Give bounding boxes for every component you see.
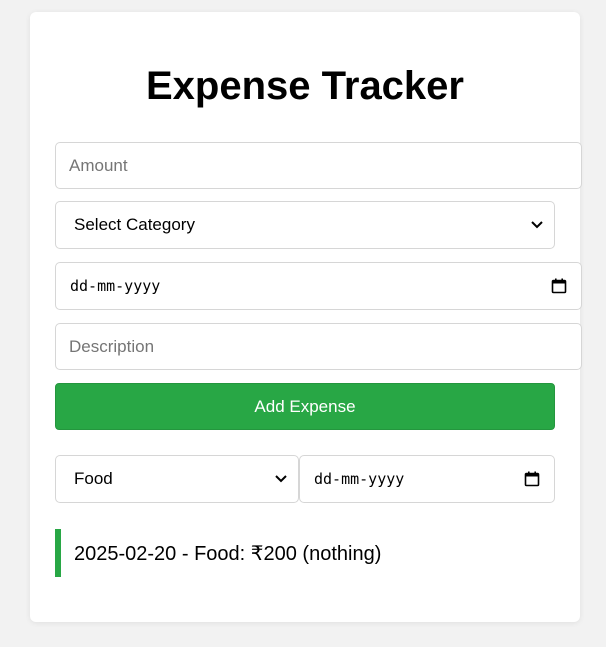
chevron-down-icon <box>530 218 544 232</box>
description-placeholder: Description <box>69 336 155 356</box>
amount-placeholder: Amount <box>69 155 128 175</box>
filter-category-value: Food <box>74 469 113 488</box>
calendar-icon[interactable] <box>524 471 540 487</box>
filter-category-select[interactable]: Food <box>55 455 299 503</box>
category-select-value: Select Category <box>74 215 195 234</box>
date-input[interactable]: dd-mm-yyyy <box>55 262 582 310</box>
calendar-icon[interactable] <box>551 278 567 294</box>
date-input-placeholder: dd-mm-yyyy <box>70 277 161 295</box>
expense-list-item: 2025-02-20 - Food: ₹200 (nothing) <box>55 529 555 577</box>
amount-input[interactable]: Amount <box>55 142 582 189</box>
filter-date-input[interactable]: dd-mm-yyyy <box>299 455 555 503</box>
page-title: Expense Tracker <box>146 64 464 108</box>
category-select[interactable]: Select Category <box>55 201 555 249</box>
description-input[interactable]: Description <box>55 323 582 370</box>
chevron-down-icon <box>274 472 288 486</box>
add-expense-button[interactable]: Add Expense <box>55 383 555 430</box>
expense-item-text: 2025-02-20 - Food: ₹200 (nothing) <box>74 542 382 565</box>
filter-date-placeholder: dd-mm-yyyy <box>314 470 405 488</box>
